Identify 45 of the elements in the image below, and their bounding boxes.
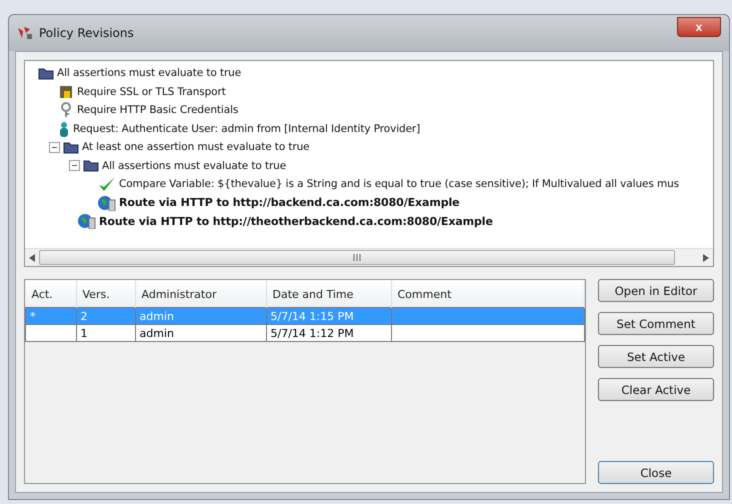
action-button[interactable]: Set Comment	[598, 312, 714, 335]
tree-item[interactable]: At least one assertion must evaluate to true	[82, 141, 310, 154]
table-cell: 2	[76, 308, 135, 324]
horizontal-scrollbar[interactable]	[25, 248, 713, 266]
action-button[interactable]: Clear Active	[598, 378, 714, 401]
checkmark-icon	[98, 176, 116, 192]
folder-icon	[63, 140, 79, 154]
table-row[interactable]: 1 admin 5/7/14 1:12 PM	[26, 324, 584, 342]
column-header[interactable]: Administrator	[135, 280, 266, 308]
window-title: Policy Revisions	[39, 26, 135, 40]
scroll-left-icon[interactable]	[29, 254, 35, 262]
app-logo-icon	[17, 26, 33, 40]
column-header[interactable]: Comment	[391, 280, 584, 308]
table-cell: *	[26, 308, 76, 324]
tree-item[interactable]: All assertions must evaluate to true	[57, 67, 242, 80]
folder-icon	[83, 159, 99, 172]
table-cell: admin	[135, 324, 266, 342]
close-dialog-button[interactable]: Close	[598, 461, 714, 484]
globe-server-icon	[98, 194, 116, 211]
tree-item[interactable]: Compare Variable: ${thevalue} is a String and is equal to true (case sensitive); If Multivalued all values mus	[119, 178, 680, 190]
tree-item[interactable]: Route via HTTP to http://backend.ca.com:8080/Example	[119, 196, 460, 210]
tree-item[interactable]: Route via HTTP to http://theotherbackend.ca.com:8080/Example	[99, 214, 493, 228]
column-header[interactable]: Act.	[26, 280, 76, 308]
globe-server-icon	[78, 213, 96, 230]
action-button[interactable]: Set Active	[598, 345, 714, 368]
table-cell: 5/7/14 1:15 PM	[266, 308, 391, 324]
folder-icon	[38, 66, 54, 80]
grip-icon	[352, 254, 362, 261]
column-header[interactable]: Vers.	[76, 280, 135, 308]
action-button[interactable]: Open in Editor	[598, 279, 714, 302]
tree-item[interactable]: Require SSL or TLS Transport	[77, 86, 226, 98]
user-icon	[58, 120, 70, 137]
collapse-toggle-icon[interactable]	[69, 160, 80, 172]
collapse-toggle-icon[interactable]	[49, 142, 60, 153]
table-cell: admin	[135, 308, 266, 324]
table-cell: 5/7/14 1:12 PM	[266, 324, 391, 342]
tree-item[interactable]: Require HTTP Basic Credentials	[77, 104, 238, 116]
column-header[interactable]: Date and Time	[266, 280, 391, 308]
window-close-button[interactable]: x	[677, 17, 721, 37]
scroll-right-icon[interactable]	[703, 254, 709, 262]
tree-item[interactable]: All assertions must evaluate to true	[102, 160, 286, 172]
keys-icon	[58, 102, 74, 118]
tree-item[interactable]: Request: Authenticate User: admin from [Internal Identity Provider]	[73, 122, 420, 135]
table-cell: 1	[76, 324, 135, 342]
padlock-icon	[58, 84, 74, 100]
